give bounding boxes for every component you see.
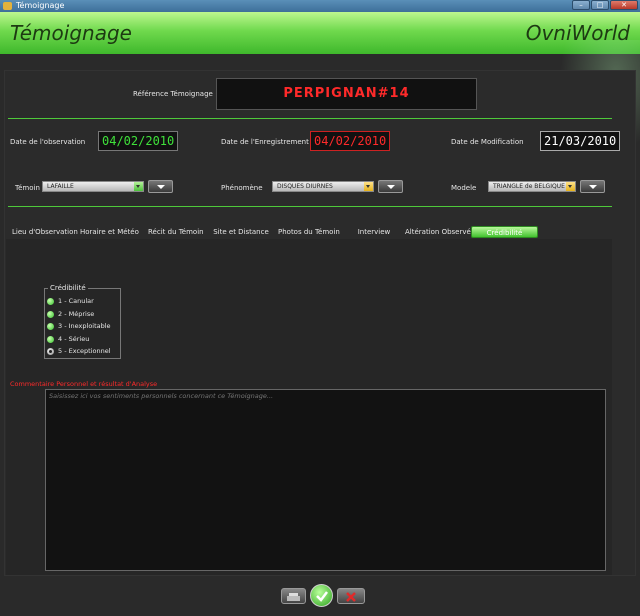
witness-dropdown-button[interactable] <box>148 180 173 193</box>
maximize-button[interactable]: □ <box>591 0 609 10</box>
witness-label: Témoin <box>15 184 40 192</box>
reference-value: PERPIGNAN#14 <box>216 78 477 110</box>
window-controls: – □ ✕ <box>572 0 638 12</box>
radio-button[interactable] <box>47 335 54 343</box>
phenomenon-label: Phénomène <box>221 184 263 192</box>
comment-label: Commentaire Personnel et résultat d'Anal… <box>10 380 158 388</box>
window-titlebar: Témoignage – □ ✕ <box>0 0 640 12</box>
tab-alteration-observee[interactable]: Altération Observée <box>405 226 475 238</box>
tab-lieu-observation[interactable]: Lieu d'Observation <box>12 226 78 238</box>
witness-select-value: LAFAILLE <box>47 183 74 190</box>
radio-button[interactable] <box>47 297 54 305</box>
radio-option-inexploitable[interactable]: 3 - Inexploitable <box>47 321 111 331</box>
radio-button-checked[interactable] <box>47 347 54 355</box>
separator-top <box>8 118 612 119</box>
radio-button[interactable] <box>47 322 54 330</box>
radio-option-meprise[interactable]: 2 - Méprise <box>47 309 94 319</box>
validate-button[interactable] <box>310 584 333 607</box>
phenomenon-dropdown-button[interactable] <box>378 180 403 193</box>
tab-horaire-meteo[interactable]: Horaire et Météo <box>80 226 139 238</box>
phenomenon-select[interactable]: DISQUES DIURNES <box>272 181 374 192</box>
window-title: Témoignage <box>16 1 65 10</box>
checkmark-icon <box>316 591 328 602</box>
page-title: Témoignage <box>10 21 132 45</box>
witness-select[interactable]: LAFAILLE <box>42 181 144 192</box>
close-button[interactable]: ✕ <box>610 0 638 10</box>
chevron-down-icon <box>134 182 143 191</box>
radio-label: 4 - Sérieu <box>58 335 90 343</box>
chevron-down-icon <box>364 182 373 191</box>
tab-recit-temoin[interactable]: Récit du Témoin <box>148 226 204 238</box>
model-select-value: TRIANGLE de BELGIQUE <box>493 183 565 190</box>
modification-date-label: Date de Modification <box>451 138 524 146</box>
radio-option-serieu[interactable]: 4 - Sérieu <box>47 334 89 344</box>
app-icon <box>3 2 12 10</box>
radio-label: 2 - Méprise <box>58 310 95 318</box>
cancel-button[interactable] <box>337 588 365 604</box>
radio-button[interactable] <box>47 310 54 318</box>
model-dropdown-button[interactable] <box>580 180 605 193</box>
registration-date-label: Date de l'Enregistrement <box>221 138 309 146</box>
credibility-legend: Crédibilité <box>48 284 88 292</box>
brand-logo: OvniWorld <box>525 21 630 45</box>
model-select[interactable]: TRIANGLE de BELGIQUE <box>488 181 576 192</box>
modification-date-field[interactable]: 21/03/2010 <box>540 131 621 151</box>
observation-date-label: Date de l'observation <box>10 138 86 146</box>
reference-label: Référence Témoignage <box>133 90 213 98</box>
chevron-down-icon <box>566 182 575 191</box>
minimize-button[interactable]: – <box>572 0 590 10</box>
model-label: Modele <box>451 184 477 192</box>
radio-option-canular[interactable]: 1 - Canular <box>47 296 94 306</box>
printer-icon <box>287 593 300 601</box>
registration-date-field[interactable]: 04/02/2010 <box>310 131 391 151</box>
observation-date-field[interactable]: 04/02/2010 <box>98 131 179 151</box>
tab-site-distance[interactable]: Site et Distance <box>213 226 269 238</box>
tab-interview[interactable]: Interview <box>352 226 396 238</box>
radio-label: 3 - Inexploitable <box>58 322 111 330</box>
app-header: Témoignage OvniWorld <box>0 12 640 54</box>
tab-credibilite[interactable]: Crédibilité <box>471 226 538 238</box>
radio-label: 1 - Canular <box>58 297 94 305</box>
close-x-icon <box>346 592 356 602</box>
separator-middle <box>8 206 612 207</box>
phenomenon-select-value: DISQUES DIURNES <box>277 183 333 190</box>
print-button[interactable] <box>281 588 306 604</box>
tab-photos-temoin[interactable]: Photos du Témoin <box>278 226 340 238</box>
radio-option-exceptionnel[interactable]: 5 - Exceptionnel <box>47 346 111 356</box>
radio-label: 5 - Exceptionnel <box>58 347 111 355</box>
comment-textarea[interactable] <box>45 389 606 571</box>
